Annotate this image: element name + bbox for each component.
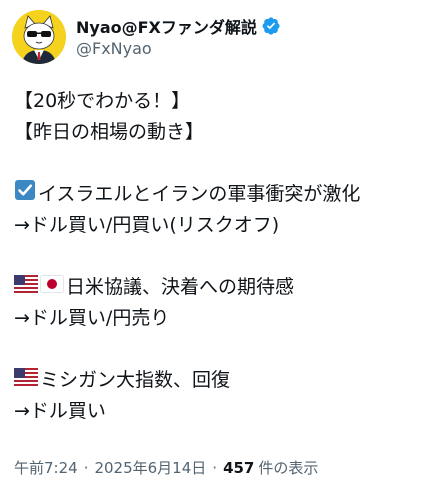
author-handle[interactable]: @FxNyao bbox=[76, 38, 281, 60]
post-line: 【20秒でわかる！】 bbox=[14, 86, 426, 117]
post-header: Nyao@FXファンダ解説 @FxNyao bbox=[12, 10, 281, 64]
avatar[interactable] bbox=[12, 10, 66, 64]
us-flag-icon bbox=[14, 272, 38, 303]
post-container: Nyao@FXファンダ解説 @FxNyao 【20秒でわかる！】 【昨日の相場の… bbox=[0, 0, 436, 498]
check-box-icon bbox=[14, 179, 36, 211]
name-row: Nyao@FXファンダ解説 bbox=[76, 14, 281, 38]
jp-flag-icon bbox=[40, 272, 64, 303]
post-line: 日米協議、決着への期待感 bbox=[14, 272, 426, 303]
post-text: 【20秒でわかる！】 【昨日の相場の動き】 イスラエルとイランの軍事衝突が激化 … bbox=[14, 86, 426, 427]
post-time[interactable]: 午前7:24 bbox=[14, 457, 78, 478]
post-line-text: 【20秒でわかる！】 bbox=[14, 90, 191, 112]
verified-badge-icon[interactable] bbox=[261, 16, 281, 36]
views-label: 件の表示 bbox=[258, 459, 319, 477]
post-date[interactable]: 2025年6月14日 bbox=[94, 457, 206, 478]
post-line: →ドル買い/円売り bbox=[14, 303, 426, 334]
post-line: 【昨日の相場の動き】 bbox=[14, 117, 426, 148]
post-line-text: →ドル買い bbox=[14, 400, 106, 422]
post-line: →ドル買い bbox=[14, 396, 426, 427]
cat-avatar-illustration bbox=[12, 10, 66, 64]
meta-separator: · bbox=[212, 458, 218, 477]
us-flag-icon bbox=[14, 365, 38, 396]
post-line-text: →ドル買い/円売り bbox=[14, 307, 170, 329]
post-line: →ドル買い/円買い(リスクオフ) bbox=[14, 210, 426, 241]
post-meta: 午前7:24 · 2025年6月14日 · 457 件の表示 bbox=[14, 457, 318, 478]
post-line: イスラエルとイランの軍事衝突が激化 bbox=[14, 179, 426, 210]
display-name[interactable]: Nyao@FXファンダ解説 bbox=[76, 14, 257, 38]
meta-separator: · bbox=[83, 458, 89, 477]
views-count[interactable]: 457 bbox=[223, 459, 254, 477]
post-line-text: 日米協議、決着への期待感 bbox=[66, 276, 295, 298]
post-line-text: 【昨日の相場の動き】 bbox=[14, 121, 205, 143]
post-line-text: ミシガン大指数、回復 bbox=[40, 369, 231, 391]
post-line: ミシガン大指数、回復 bbox=[14, 365, 426, 396]
post-line-text: →ドル買い/円買い(リスクオフ) bbox=[14, 214, 280, 236]
author-names: Nyao@FXファンダ解説 @FxNyao bbox=[76, 14, 281, 60]
post-line-text: イスラエルとイランの軍事衝突が激化 bbox=[38, 183, 361, 205]
